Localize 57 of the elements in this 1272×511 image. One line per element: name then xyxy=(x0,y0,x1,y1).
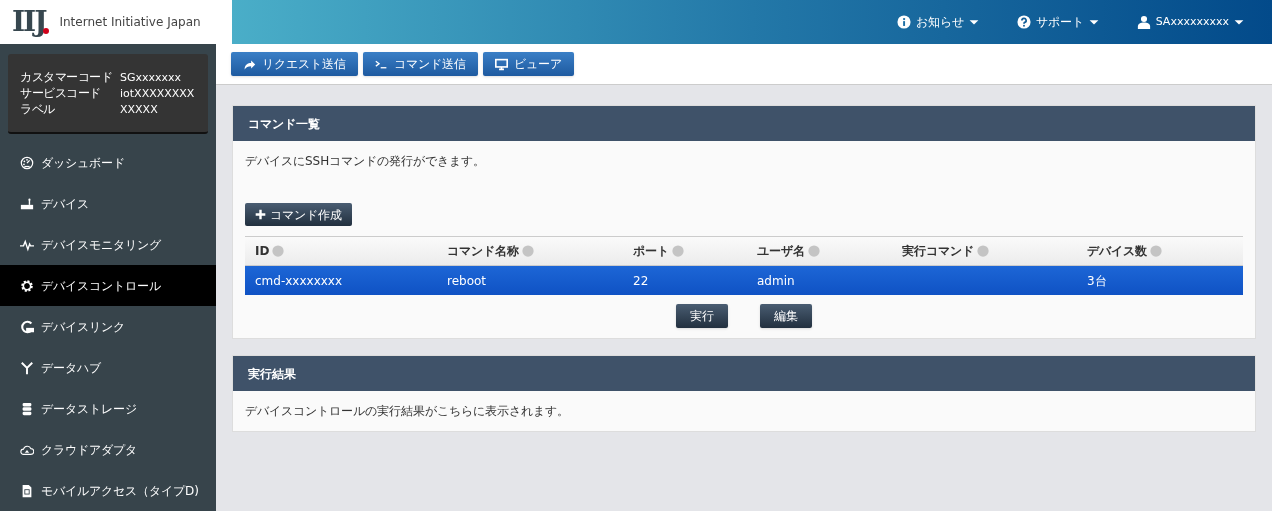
table-row[interactable]: cmd-xxxxxxxx reboot 22 admin 3台 xyxy=(245,266,1243,295)
sidebar-item[interactable]: データハブ xyxy=(0,347,216,388)
column-header: ID xyxy=(255,243,270,260)
column-header: ユーザ名 xyxy=(757,243,805,260)
table-cell-text: admin xyxy=(757,272,795,290)
column-header: コマンド名称 xyxy=(447,243,519,260)
user-icon xyxy=(1136,15,1151,29)
column-header: デバイス数 xyxy=(1087,243,1147,260)
account-label: サービスコード xyxy=(20,85,102,101)
monitor-button[interactable]: ビューア xyxy=(483,52,574,76)
logo-text: Internet Initiative Japan xyxy=(59,14,201,31)
column-header: ポート xyxy=(633,243,669,260)
gauge-icon xyxy=(20,155,34,170)
account-label: ラベル xyxy=(20,101,56,117)
plus-icon xyxy=(255,209,266,220)
sidebar-item[interactable]: ダッシュボード xyxy=(0,142,216,183)
account-value: XXXXX xyxy=(120,101,158,117)
database-icon xyxy=(20,401,34,416)
logo-mark: IIJ xyxy=(12,8,46,36)
account-label: カスタマーコード xyxy=(20,69,113,85)
sidebar-item[interactable]: データストレージ xyxy=(0,388,216,429)
caret-icon xyxy=(968,17,979,27)
user-menu[interactable]: SAxxxxxxxxx xyxy=(1136,13,1244,31)
sidebar-item[interactable]: デバイスモニタリング xyxy=(0,224,216,265)
sidebar-item[interactable]: モバイルアクセス（タイプD) xyxy=(0,470,216,511)
description-text: デバイスにSSHコマンドの発行ができます。 xyxy=(245,153,487,170)
table-cell-text: reboot xyxy=(447,272,487,290)
gear-icon xyxy=(20,278,34,293)
account-value: iotXXXXXXXX xyxy=(120,85,195,101)
panel-title: コマンド一覧 xyxy=(233,106,1255,141)
sim-card-icon xyxy=(20,483,34,498)
monitor-icon xyxy=(495,57,508,71)
account-value: SGxxxxxxx xyxy=(120,69,182,85)
help-menu[interactable]: サポート xyxy=(1016,13,1099,31)
router-icon xyxy=(20,196,34,211)
caret-icon xyxy=(1088,17,1099,27)
edit-button[interactable]: 編集 xyxy=(760,304,812,328)
table-cell-text: 22 xyxy=(633,272,649,290)
caret-icon xyxy=(1234,17,1244,27)
sidebar-item[interactable]: デバイスコントロール xyxy=(0,265,216,306)
create-command-button[interactable]: コマンド作成 xyxy=(245,203,352,226)
link-device-icon xyxy=(20,319,34,334)
hub-icon xyxy=(20,360,34,375)
sidebar-item[interactable]: クラウドアダプタ xyxy=(0,429,216,470)
run-button[interactable]: 実行 xyxy=(676,304,728,328)
pulse-icon xyxy=(20,237,34,252)
terminal-button[interactable]: コマンド送信 xyxy=(363,52,478,76)
info-icon xyxy=(896,15,911,29)
sidebar-item[interactable]: デバイス xyxy=(0,183,216,224)
table-cell-text: cmd-xxxxxxxx xyxy=(255,272,343,290)
sidebar-item[interactable]: デバイスリンク xyxy=(0,306,216,347)
info-menu[interactable]: お知らせ xyxy=(896,13,979,31)
panel-title: 実行結果 xyxy=(233,356,1255,391)
table-cell-text: 3台 xyxy=(1087,272,1107,290)
column-header: 実行コマンド xyxy=(902,243,974,260)
share-button[interactable]: リクエスト送信 xyxy=(231,52,358,76)
description-text: デバイスコントロールの実行結果がこちらに表示されます。 xyxy=(244,403,570,420)
